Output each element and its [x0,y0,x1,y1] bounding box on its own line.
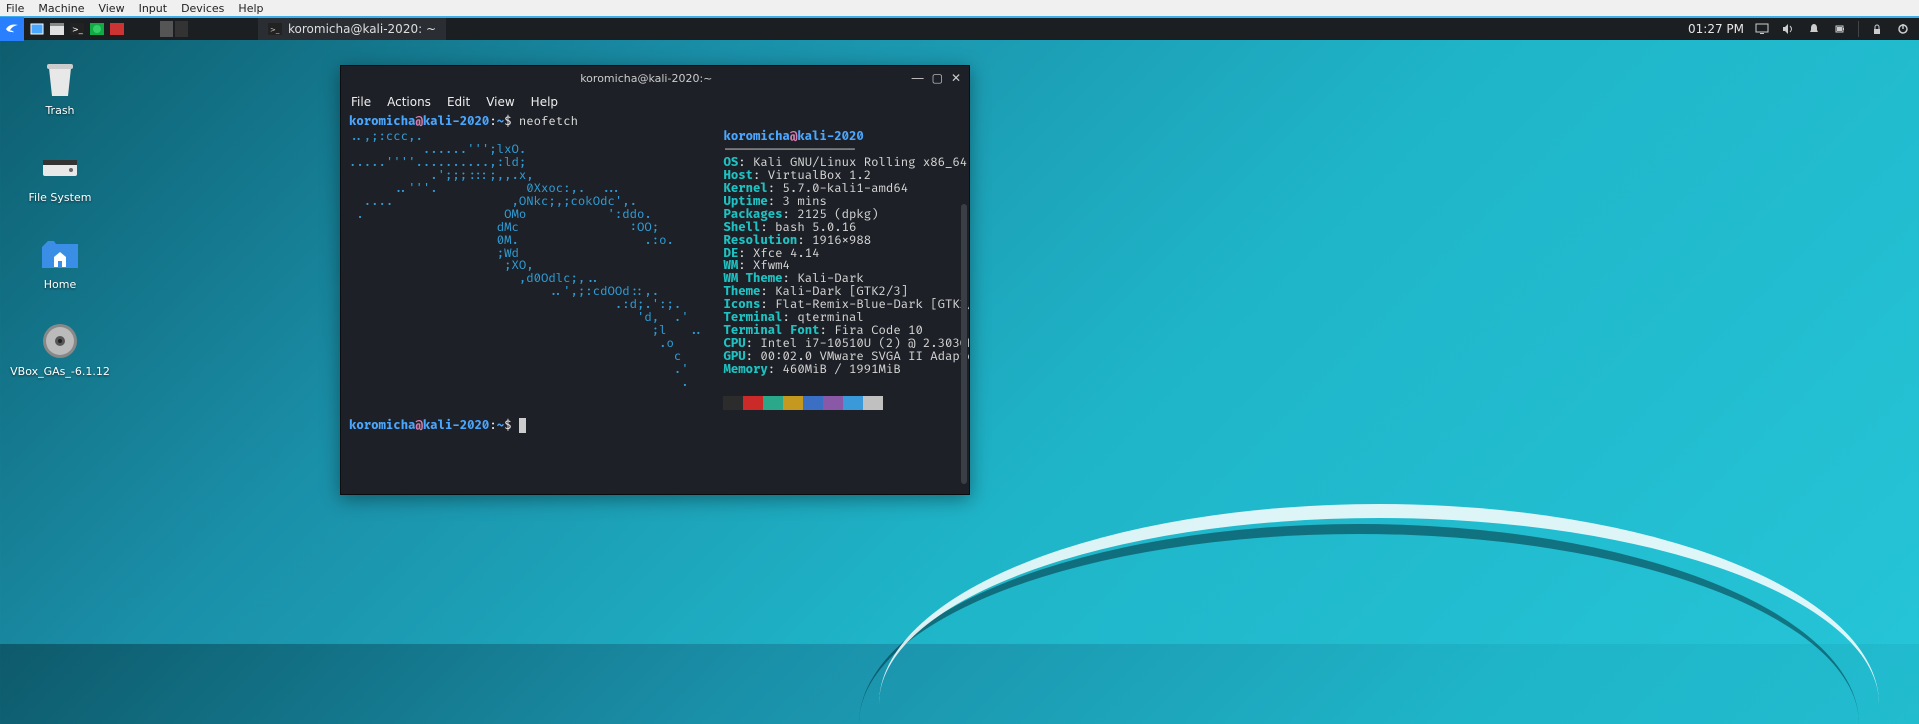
task-title: koromicha@kali-2020: ~ [288,22,436,36]
minimize-button[interactable]: ― [912,71,924,85]
vm-menu-view[interactable]: View [98,2,124,15]
term-menu-edit[interactable]: Edit [447,95,470,109]
term-menu-actions[interactable]: Actions [387,95,431,109]
terminal-menubar: File Actions Edit View Help [341,90,969,114]
notifications-icon[interactable] [1806,21,1822,37]
app-menu-button[interactable] [0,17,24,41]
browser-icon[interactable] [88,21,106,37]
vm-menubar: File Machine View Input Devices Help [0,0,1919,16]
task-terminal[interactable]: >_ koromicha@kali-2020: ~ [258,18,446,40]
wallpaper-swoosh [879,504,1879,704]
desktop-vbox-gas[interactable]: VBox_GAs_-6.1.12 [20,321,100,378]
desktop-icons: Trash File System Home VBox_GAs_-6.1.12 [20,60,100,378]
desktop-trash[interactable]: Trash [20,60,100,117]
power-icon[interactable] [1895,21,1911,37]
home-folder-icon [40,234,80,274]
desktop-vbox-label: VBox_GAs_-6.1.12 [10,365,110,378]
show-desktop-icon[interactable] [28,21,46,37]
desktop-home[interactable]: Home [20,234,100,291]
wallpaper-swoosh-shadow [859,524,1859,724]
svg-text:>_: >_ [72,25,84,34]
terminal-body[interactable]: koromicha@kali-2020:~$ neofetch ..,;:ccc… [341,114,969,494]
lock-icon[interactable] [1869,21,1885,37]
panel-separator [1858,21,1859,37]
battery-icon[interactable] [1832,21,1848,37]
file-manager-icon[interactable] [48,21,66,37]
volume-icon[interactable] [1780,21,1796,37]
panel-launchers: >_ [24,21,130,37]
vm-menu-input[interactable]: Input [139,2,167,15]
vm-menu-devices[interactable]: Devices [181,2,224,15]
prompt-line-1: koromicha@kali-2020:~$ neofetch [349,116,961,129]
clock[interactable]: 01:27 PM [1688,22,1744,36]
svg-text:>_: >_ [270,26,280,34]
drive-icon [40,147,80,187]
desktop-trash-label: Trash [45,104,74,117]
terminal-scrollbar[interactable] [961,204,967,484]
terminal-task-icon: >_ [268,22,282,36]
close-button[interactable]: ✕ [951,71,961,85]
app-red-icon[interactable] [108,21,126,37]
kali-dragon-icon [4,21,20,37]
disc-icon [40,321,80,361]
workspace-icon [160,21,188,37]
neofetch-info: koromicha@kali-2020 ------------------ O… [723,131,969,410]
terminal-window[interactable]: koromicha@kali-2020:~ ― ▢ ✕ File Actions… [340,65,970,495]
vm-menu-help[interactable]: Help [238,2,263,15]
top-panel: >_ >_ koromicha@kali-2020: ~ 01:27 PM [0,16,1919,40]
terminal-launcher-icon[interactable]: >_ [68,21,86,37]
prompt-line-2: koromicha@kali-2020:~$ _ [349,420,961,433]
maximize-button[interactable]: ▢ [932,71,943,85]
term-menu-view[interactable]: View [486,95,514,109]
vm-menu-file[interactable]: File [6,2,24,15]
vm-menu-machine[interactable]: Machine [38,2,84,15]
desktop-home-label: Home [44,278,76,291]
window-title: koromicha@kali-2020:~ [381,72,912,85]
term-menu-file[interactable]: File [351,95,371,109]
workspace-pager[interactable] [150,18,198,40]
window-titlebar[interactable]: koromicha@kali-2020:~ ― ▢ ✕ [341,66,969,90]
trash-icon [40,60,80,100]
desktop-filesystem-label: File System [29,191,92,204]
term-menu-help[interactable]: Help [531,95,558,109]
desktop[interactable]: Trash File System Home VBox_GAs_-6.1.12 … [0,40,1919,644]
desktop-filesystem[interactable]: File System [20,147,100,204]
neofetch-colorbar [723,396,969,410]
neofetch-ascii: ..,;:ccc,. ......''';lxO. .....''''.....… [349,131,703,410]
display-icon[interactable] [1754,21,1770,37]
